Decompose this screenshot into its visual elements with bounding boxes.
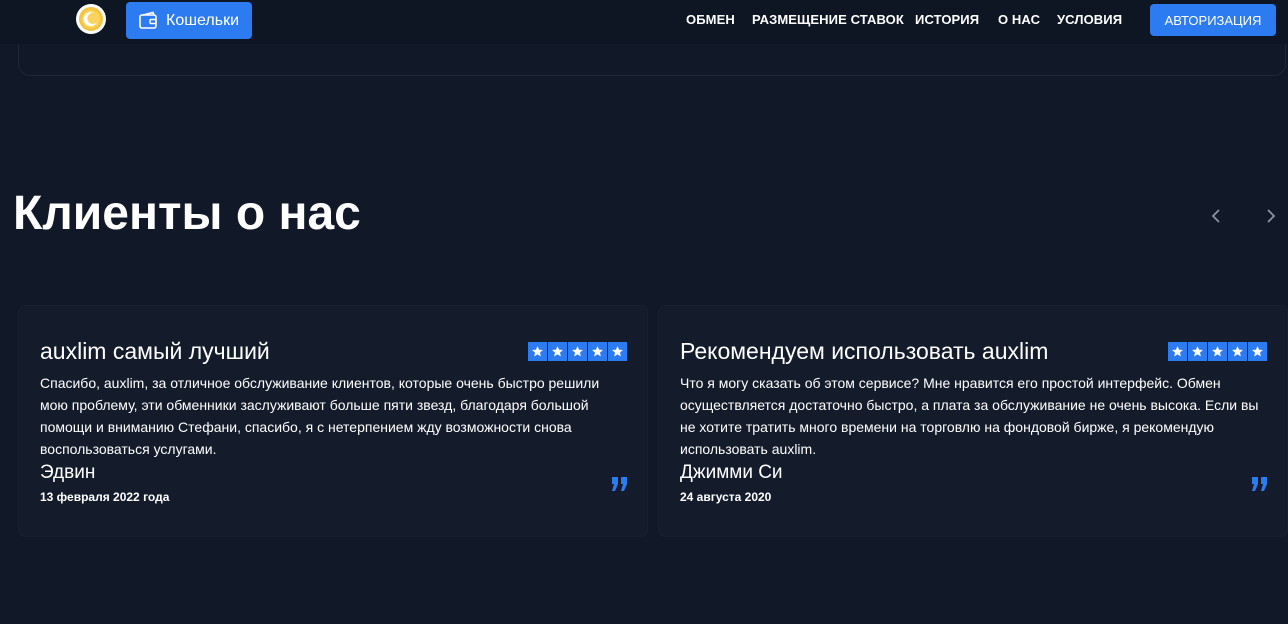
nav-terms[interactable]: УСЛОВИЯ xyxy=(1057,12,1122,27)
testimonial-date: 13 февраля 2022 года xyxy=(40,490,170,504)
star-icon xyxy=(1208,342,1227,361)
carousel-next-button[interactable] xyxy=(1261,206,1281,226)
nav-about[interactable]: О НАС xyxy=(998,12,1040,27)
testimonial-card: auxlim самый лучший Спасибо, auxlim, за … xyxy=(19,306,647,536)
page: Кошельки ОБМЕН РАЗМЕЩЕНИЕ СТАВОК ИСТОРИЯ… xyxy=(0,0,1288,624)
testimonial-title: auxlim самый лучший xyxy=(40,338,270,364)
section-title: Клиенты о нас xyxy=(13,187,361,240)
testimonial-author: Джимми Си xyxy=(680,462,783,483)
star-icon xyxy=(1248,342,1267,361)
wallets-button-label: Кошельки xyxy=(166,11,240,29)
testimonial-card: Рекомендуем использовать auxlim Что я мо… xyxy=(659,306,1287,536)
testimonial-author: Эдвин xyxy=(40,462,96,483)
wallet-icon xyxy=(138,11,160,31)
star-icon xyxy=(608,342,627,361)
coin-logo-icon[interactable] xyxy=(76,4,106,34)
auth-button[interactable]: АВТОРИЗАЦИЯ xyxy=(1150,4,1276,36)
star-icon xyxy=(1228,342,1247,361)
nav-history[interactable]: ИСТОРИЯ xyxy=(915,12,979,27)
chevron-left-icon xyxy=(1211,209,1220,223)
testimonial-text: Спасибо, auxlim, за отличное обслуживани… xyxy=(40,375,600,457)
carousel-prev-button[interactable] xyxy=(1206,206,1226,226)
nav-exchange[interactable]: ОБМЕН xyxy=(686,12,735,27)
testimonial-date: 24 августа 2020 xyxy=(680,490,772,504)
rating-stars xyxy=(528,342,627,361)
star-icon xyxy=(568,342,587,361)
top-header: Кошельки ОБМЕН РАЗМЕЩЕНИЕ СТАВОК ИСТОРИЯ… xyxy=(0,0,1288,44)
quote-icon xyxy=(612,477,627,491)
rating-stars xyxy=(1168,342,1267,361)
star-icon xyxy=(1188,342,1207,361)
star-icon xyxy=(528,342,547,361)
star-icon xyxy=(548,342,567,361)
chevron-right-icon xyxy=(1267,209,1276,223)
star-icon xyxy=(588,342,607,361)
testimonial-title: Рекомендуем использовать auxlim xyxy=(680,338,1049,364)
testimonial-text: Что я могу сказать об этом сервисе? Мне … xyxy=(680,375,1259,457)
star-icon xyxy=(1168,342,1187,361)
nav-bets[interactable]: РАЗМЕЩЕНИЕ СТАВОК xyxy=(752,12,904,27)
quote-icon xyxy=(1252,477,1267,491)
wallets-button[interactable]: Кошельки xyxy=(126,2,252,39)
